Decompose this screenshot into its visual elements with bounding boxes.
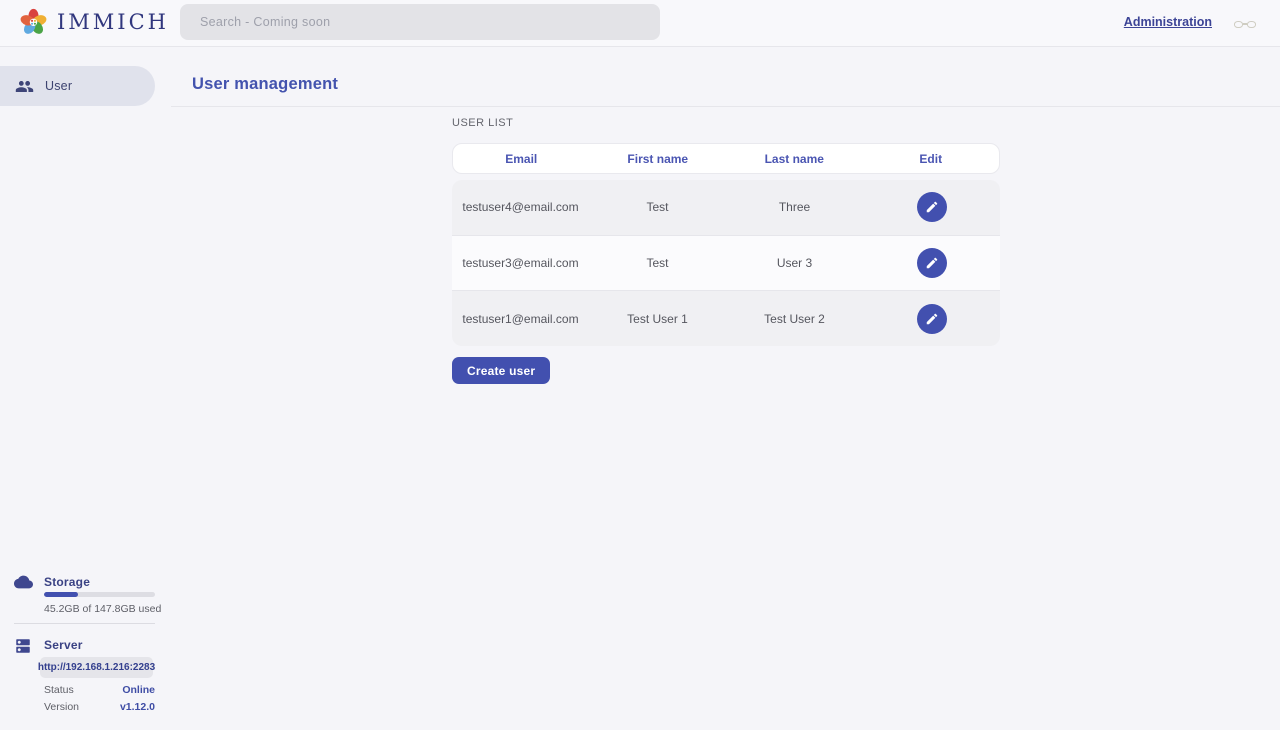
top-navbar: IMMICH Administration [0,0,1280,47]
create-user-button[interactable]: Create user [452,357,550,384]
server-url-chip: http://192.168.1.216:2283 [40,657,153,678]
table-row: testuser4@email.comTestThree [452,180,1000,236]
user-table: testuser4@email.comTestThreetestuser3@em… [452,180,1000,346]
avatar-photo [1234,21,1256,28]
sidebar-item-label: User [45,79,72,93]
version-value: v1.12.0 [120,701,155,713]
pencil-icon [925,200,939,214]
immich-logo-icon [19,7,48,36]
storage-progress-fill [44,592,78,597]
edit-cell [863,192,1000,222]
last-name-cell: Test User 2 [726,312,863,326]
storage-progress-bar [44,592,155,597]
status-value: Online [122,684,155,696]
brand[interactable]: IMMICH [19,7,169,36]
pencil-icon [925,312,939,326]
user-avatar[interactable] [1227,4,1263,40]
edit-user-button[interactable] [917,192,947,222]
first-name-cell: Test [589,256,726,270]
email-cell: testuser4@email.com [452,200,589,214]
pencil-icon [925,256,939,270]
first-name-cell: Test [589,200,726,214]
column-header: Edit [863,152,1000,166]
edit-cell [863,304,1000,334]
divider [14,623,155,624]
server-icon [14,637,32,655]
first-name-cell: Test User 1 [589,312,726,326]
edit-cell [863,248,1000,278]
email-cell: testuser3@email.com [452,256,589,270]
version-label: Version [44,701,79,713]
server-version-row: Version v1.12.0 [44,701,155,713]
user-list-section-title: USER LIST [452,117,513,129]
administration-link[interactable]: Administration [1124,15,1212,29]
immich-admin-app: IMMICH Administration User Storage [0,0,1280,730]
brand-wordmark: IMMICH [57,10,169,34]
admin-sidebar: User Storage 45.2GB of 147.8GB used Serv… [0,47,171,730]
search-input[interactable] [180,4,660,40]
user-table-header: EmailFirst nameLast nameEdit [452,143,1000,174]
main-content: User management USER LIST EmailFirst nam… [171,47,1280,730]
table-row: testuser3@email.comTestUser 3 [452,236,1000,292]
status-label: Status [44,684,74,696]
column-header: Last name [726,152,863,166]
column-header: First name [590,152,727,166]
divider [171,106,1280,107]
edit-user-button[interactable] [917,304,947,334]
column-header: Email [453,152,590,166]
email-cell: testuser1@email.com [452,312,589,326]
storage-usage-text: 45.2GB of 147.8GB used [44,603,161,615]
storage-section-title: Storage [44,575,90,589]
cloud-icon [14,574,33,590]
page-title: User management [192,75,338,94]
last-name-cell: User 3 [726,256,863,270]
sidebar-item-users[interactable]: User [0,66,155,106]
last-name-cell: Three [726,200,863,214]
people-icon [15,77,34,96]
server-status-row: Status Online [44,684,155,696]
server-section-title: Server [44,638,83,652]
table-row: testuser1@email.comTest User 1Test User … [452,291,1000,346]
edit-user-button[interactable] [917,248,947,278]
